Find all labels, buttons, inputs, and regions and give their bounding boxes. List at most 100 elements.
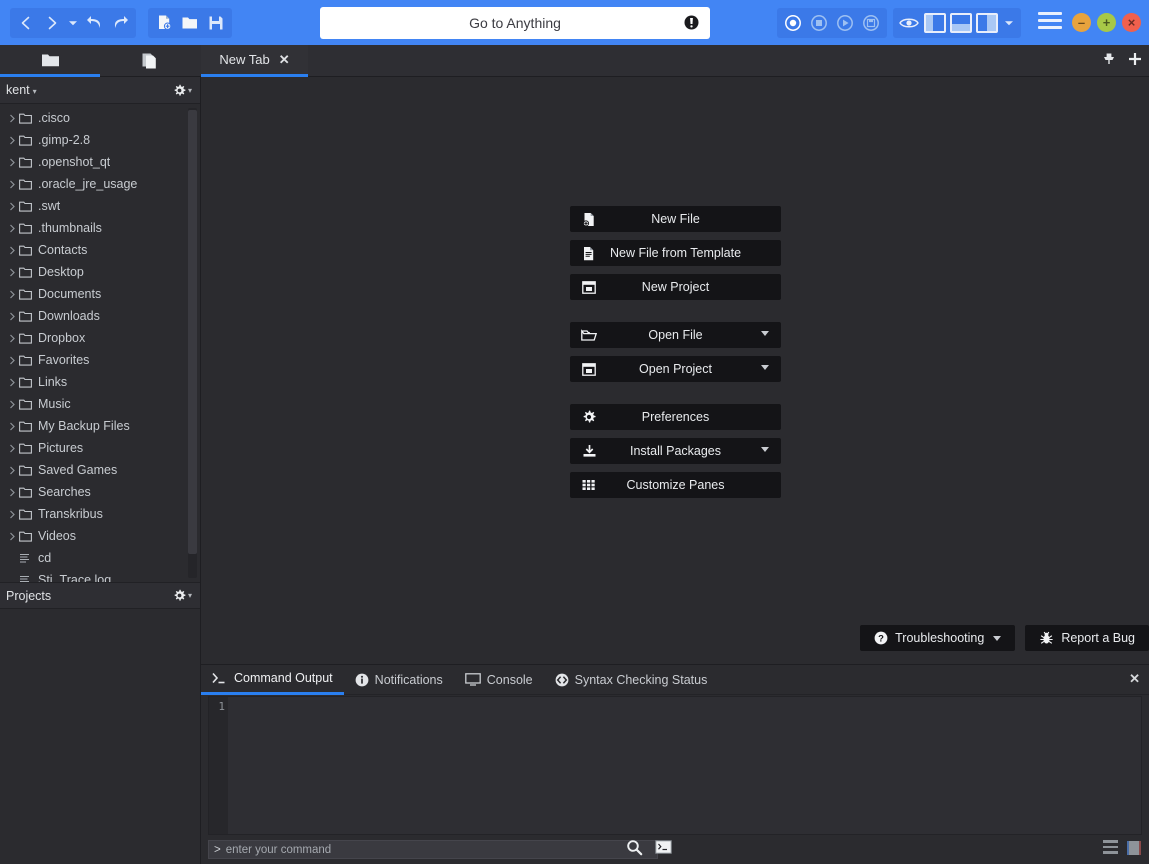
projects-panel-body[interactable] [0,609,200,854]
toggle-panel-icon[interactable] [1127,841,1141,855]
output-lines-icon[interactable] [1103,840,1118,857]
tree-row[interactable]: Downloads [0,305,200,327]
tree-row[interactable]: Links [0,371,200,393]
places-root-label[interactable]: kent▾ [6,83,37,97]
magnifier-icon[interactable] [626,839,643,861]
chevron-right-icon[interactable] [6,136,19,145]
chevron-right-icon[interactable] [6,290,19,299]
tree-row[interactable]: Sti_Trace.log [0,569,200,582]
caret-down-icon[interactable] [761,331,769,336]
new-file-button[interactable]: New File [570,206,781,232]
forward-button[interactable] [39,9,65,37]
chevron-right-icon[interactable] [6,114,19,123]
troubleshooting-button[interactable]: ? Troubleshooting [860,625,1015,651]
tree-row[interactable]: Pictures [0,437,200,459]
caret-down-icon[interactable] [761,447,769,452]
chevron-right-icon[interactable] [6,224,19,233]
tree-row[interactable]: .thumbnails [0,217,200,239]
report-a-bug-button[interactable]: Report a Bug [1025,625,1149,651]
back-button[interactable] [13,9,39,37]
chevron-right-icon[interactable] [6,488,19,497]
tree-row[interactable]: Searches [0,481,200,503]
chevron-right-icon[interactable] [6,422,19,431]
layout-bottom-pane-button[interactable] [950,13,972,33]
bottom-tab-notifications[interactable]: Notifications [344,665,454,695]
places-file-tree[interactable]: .cisco.gimp-2.8.openshot_qt.oracle_jre_u… [0,104,200,582]
projects-gear-button[interactable]: ▾ [173,589,192,602]
tree-row[interactable]: Favorites [0,349,200,371]
save-file-button[interactable] [203,9,229,37]
exclamation-circle-icon[interactable] [683,14,700,31]
chevron-right-icon[interactable] [6,532,19,541]
tree-row[interactable]: My Backup Files [0,415,200,437]
chevron-right-icon[interactable] [6,444,19,453]
chevron-right-icon[interactable] [6,356,19,365]
tree-row[interactable]: Music [0,393,200,415]
chevron-right-icon[interactable] [6,202,19,211]
bottom-tab-console[interactable]: Console [454,665,544,695]
command-output-view[interactable]: 1 [208,696,1142,835]
install-packages-button[interactable]: Install Packages [570,438,781,464]
open-files-tab[interactable] [100,45,200,77]
new-file-from-template-button[interactable]: New File from Template [570,240,781,266]
chevron-right-icon[interactable] [6,246,19,255]
save-macro-button[interactable] [858,9,884,37]
tree-row[interactable]: .openshot_qt [0,151,200,173]
tree-row[interactable]: .oracle_jre_usage [0,173,200,195]
hamburger-menu-icon[interactable] [1038,12,1062,32]
new-file-button[interactable] [151,9,177,37]
stop-macro-button[interactable] [806,9,832,37]
customize-panes-button[interactable]: Customize Panes [570,472,781,498]
tree-row[interactable]: Desktop [0,261,200,283]
document-tab[interactable]: New Tab ✕ [201,45,308,77]
preferences-button[interactable]: Preferences [570,404,781,430]
history-dropdown-button[interactable] [65,9,81,37]
open-file-button[interactable] [177,9,203,37]
close-button[interactable]: × [1122,13,1141,32]
tree-scrollbar-thumb[interactable] [188,110,197,554]
chevron-right-icon[interactable] [6,334,19,343]
tree-row[interactable]: .gimp-2.8 [0,129,200,151]
chevron-right-icon[interactable] [6,378,19,387]
go-to-anything-input[interactable]: Go to Anything [320,7,710,39]
chevron-right-icon[interactable] [6,466,19,475]
chevron-right-icon[interactable] [6,400,19,409]
tree-row[interactable]: Transkribus [0,503,200,525]
tree-row[interactable]: .cisco [0,107,200,129]
close-icon[interactable]: ✕ [279,52,290,68]
places-tab[interactable] [0,45,100,77]
tree-row[interactable]: cd [0,547,200,569]
minimize-button[interactable]: – [1072,13,1091,32]
tree-row[interactable]: Documents [0,283,200,305]
tree-scrollbar[interactable] [188,108,197,578]
tree-row[interactable]: Videos [0,525,200,547]
layout-right-pane-button[interactable] [976,13,998,33]
close-panel-icon[interactable]: ✕ [1129,671,1140,687]
redo-button[interactable] [107,9,133,37]
layout-dropdown-button[interactable] [1000,9,1018,37]
undo-button[interactable] [81,9,107,37]
tree-row[interactable]: Contacts [0,239,200,261]
play-macro-button[interactable] [832,9,858,37]
command-output-content[interactable] [228,697,1141,834]
command-input[interactable]: > enter your command [208,840,658,859]
new-tab-icon[interactable] [1127,51,1143,72]
caret-down-icon[interactable] [761,365,769,370]
maximize-button[interactable]: + [1097,13,1116,32]
pin-tab-icon[interactable] [1100,50,1118,73]
chevron-right-icon[interactable] [6,510,19,519]
tree-row[interactable]: .swt [0,195,200,217]
open-file-button[interactable]: Open File [570,322,781,348]
places-gear-button[interactable]: ▾ [173,84,192,97]
bottom-tab-syntax-checking-status[interactable]: Syntax Checking Status [544,665,719,695]
layout-left-pane-button[interactable] [924,13,946,33]
chevron-right-icon[interactable] [6,312,19,321]
chevron-right-icon[interactable] [6,180,19,189]
chevron-right-icon[interactable] [6,158,19,167]
eye-icon[interactable] [896,9,922,37]
tree-row[interactable]: Dropbox [0,327,200,349]
open-project-button[interactable]: Open Project [570,356,781,382]
chevron-right-icon[interactable] [6,268,19,277]
new-project-button[interactable]: New Project [570,274,781,300]
tree-row[interactable]: Saved Games [0,459,200,481]
